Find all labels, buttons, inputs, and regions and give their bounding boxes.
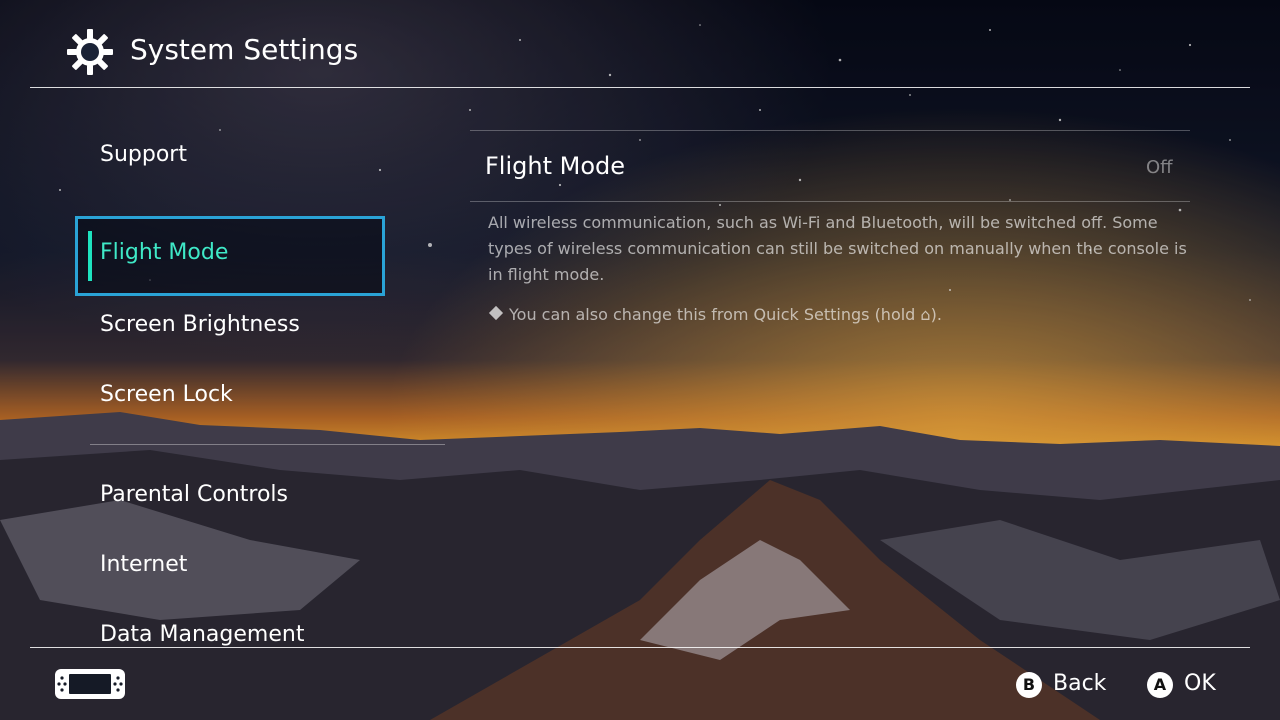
sidebar-item-support[interactable]: Support: [100, 142, 187, 167]
sidebar-item-screen-lock[interactable]: Screen Lock: [100, 382, 233, 407]
sidebar-item-data-management[interactable]: Data Management: [100, 622, 304, 647]
sidebar-divider: [90, 444, 445, 445]
detail-divider: [470, 201, 1190, 202]
sidebar: Support Flight Mode Screen Brightness Sc…: [0, 88, 460, 648]
sidebar-item-screen-brightness[interactable]: Screen Brightness: [100, 312, 300, 337]
setting-note-text: You can also change this from Quick Sett…: [509, 305, 942, 324]
console-icon: [55, 669, 125, 699]
setting-note: You can also change this from Quick Sett…: [488, 305, 942, 324]
header: System Settings: [0, 0, 1280, 88]
setting-description: All wireless communication, such as Wi-F…: [488, 213, 1187, 284]
selection-indicator: [88, 231, 92, 281]
back-button[interactable]: Back: [1053, 671, 1106, 696]
detail-top-divider: [470, 130, 1190, 131]
footer-divider: [30, 647, 1250, 648]
b-button-icon[interactable]: B: [1016, 672, 1042, 698]
sidebar-item-internet[interactable]: Internet: [100, 552, 187, 577]
sidebar-item-parental-controls[interactable]: Parental Controls: [100, 482, 288, 507]
sidebar-item-label: Flight Mode: [100, 240, 229, 265]
page-title: System Settings: [130, 33, 359, 66]
sidebar-item-flight-mode[interactable]: Flight Mode: [75, 216, 385, 296]
a-button-icon[interactable]: A: [1147, 672, 1173, 698]
gear-icon: [67, 29, 113, 75]
diamond-bullet-icon: [488, 305, 504, 321]
setting-title[interactable]: Flight Mode: [485, 152, 625, 180]
ok-button[interactable]: OK: [1184, 671, 1216, 696]
setting-value[interactable]: Off: [1146, 157, 1173, 178]
